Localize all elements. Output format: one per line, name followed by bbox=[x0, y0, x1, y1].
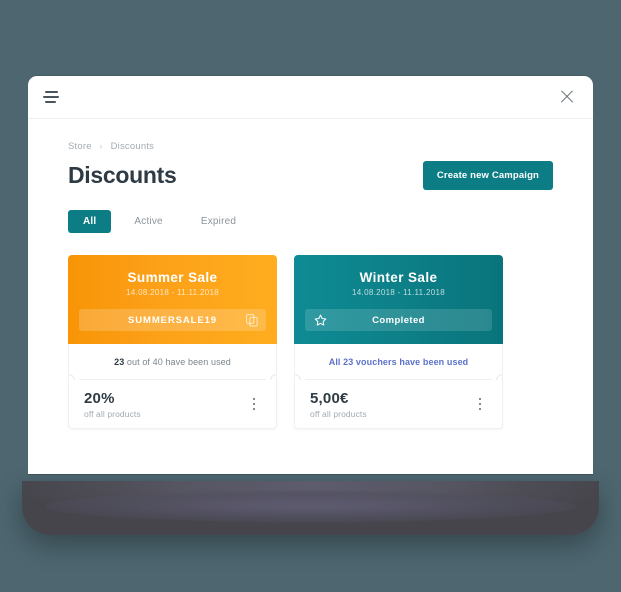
kebab-dot-1 bbox=[252, 397, 255, 401]
usage-rest: out of 40 have been used bbox=[124, 357, 231, 367]
kebab-dot-2 bbox=[252, 402, 255, 406]
menu-line-2 bbox=[43, 96, 59, 98]
discount-amount: 5,00€ bbox=[310, 389, 349, 407]
tab-expired[interactable]: Expired bbox=[186, 210, 251, 233]
campaign-status-value: Completed bbox=[372, 314, 425, 326]
discount-card-summer-sale[interactable]: Summer Sale 14.08.2018 - 11.11.2018 SUMM… bbox=[68, 255, 277, 429]
device-base-shadow bbox=[22, 481, 599, 535]
tab-active[interactable]: Active bbox=[119, 210, 177, 233]
card-date-range: 14.08.2018 - 11.11.2018 bbox=[126, 288, 219, 297]
usage-count: 23 bbox=[114, 357, 125, 367]
voucher-code-field[interactable]: SUMMERSALE19 bbox=[79, 309, 266, 331]
card-header-summer: Summer Sale 14.08.2018 - 11.11.2018 SUMM… bbox=[68, 255, 277, 344]
breadcrumb-item-store[interactable]: Store bbox=[68, 141, 92, 152]
usage-text[interactable]: All 23 vouchers have been used bbox=[329, 357, 469, 367]
card-usage-strip-summer: 23 out of 40 have been used bbox=[68, 344, 277, 380]
breadcrumb-item-discounts[interactable]: Discounts bbox=[111, 141, 155, 152]
close-icon[interactable] bbox=[558, 88, 576, 106]
card-footer-winter: 5,00€ off all products bbox=[294, 380, 503, 429]
page-title: Discounts bbox=[68, 162, 177, 188]
page-content: Store › Discounts Discounts Create new C… bbox=[28, 119, 593, 429]
tab-all[interactable]: All bbox=[68, 210, 112, 233]
ticket-notch-left bbox=[69, 374, 75, 380]
card-title: Winter Sale bbox=[359, 270, 438, 285]
discount-scope: off all products bbox=[310, 408, 367, 419]
usage-text: 23 out of 40 have been used bbox=[114, 357, 231, 367]
create-new-campaign-button[interactable]: Create new Campaign bbox=[422, 161, 553, 190]
discount-card-list: Summer Sale 14.08.2018 - 11.11.2018 SUMM… bbox=[68, 255, 553, 429]
kebab-menu-icon[interactable] bbox=[473, 394, 488, 415]
window-titlebar bbox=[28, 76, 593, 119]
ticket-notch-left bbox=[295, 374, 301, 380]
discount-card-winter-sale[interactable]: Winter Sale 14.08.2018 - 11.11.2018 Comp… bbox=[294, 255, 503, 429]
hamburger-menu-icon[interactable] bbox=[43, 91, 59, 103]
copy-icon[interactable] bbox=[246, 314, 258, 327]
app-window: Store › Discounts Discounts Create new C… bbox=[28, 76, 593, 474]
breadcrumb: Store › Discounts bbox=[68, 141, 553, 152]
card-amount-block: 20% off all products bbox=[84, 390, 141, 419]
discount-scope: off all products bbox=[84, 408, 141, 419]
kebab-dot-3 bbox=[252, 407, 255, 411]
card-date-range: 14.08.2018 - 11.11.2018 bbox=[352, 288, 445, 297]
ticket-notch-right bbox=[270, 374, 276, 380]
breadcrumb-separator-icon: › bbox=[99, 142, 103, 151]
card-title: Summer Sale bbox=[127, 270, 218, 285]
campaign-status-field[interactable]: Completed bbox=[305, 309, 492, 331]
card-divider bbox=[79, 379, 266, 380]
kebab-menu-icon[interactable] bbox=[247, 394, 262, 415]
card-header-winter: Winter Sale 14.08.2018 - 11.11.2018 Comp… bbox=[294, 255, 503, 344]
screenshot-stage: Store › Discounts Discounts Create new C… bbox=[0, 0, 621, 592]
menu-line-3 bbox=[45, 101, 56, 103]
ticket-notch-right bbox=[496, 374, 502, 380]
kebab-dot-3 bbox=[478, 407, 481, 411]
kebab-dot-1 bbox=[478, 397, 481, 401]
filter-tabs: All Active Expired bbox=[68, 210, 553, 233]
discount-amount: 20% bbox=[84, 389, 115, 407]
card-divider bbox=[305, 379, 492, 380]
card-amount-block: 5,00€ off all products bbox=[310, 390, 367, 419]
menu-line-1 bbox=[45, 91, 58, 93]
card-usage-strip-winter: All 23 vouchers have been used bbox=[294, 344, 503, 380]
card-footer-summer: 20% off all products bbox=[68, 380, 277, 429]
kebab-dot-2 bbox=[478, 402, 481, 406]
voucher-code-value: SUMMERSALE19 bbox=[128, 314, 217, 326]
page-title-row: Discounts Create new Campaign bbox=[68, 161, 553, 190]
star-icon[interactable] bbox=[314, 314, 327, 326]
